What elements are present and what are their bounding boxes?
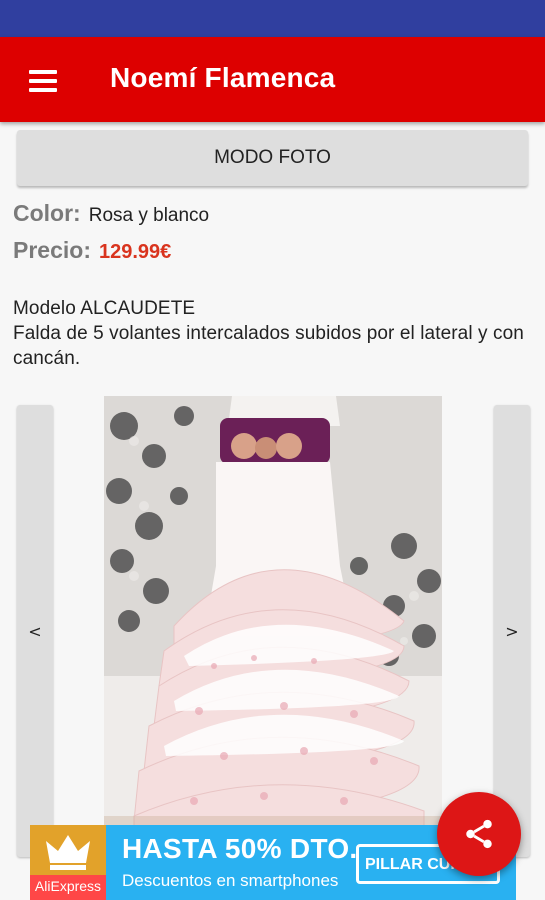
- product-description: Modelo ALCAUDETE Falda de 5 volantes int…: [13, 296, 538, 371]
- previous-image-button[interactable]: <: [17, 405, 53, 857]
- ad-subline: Descuentos en smartphones: [122, 871, 339, 890]
- price-label: Precio:: [13, 237, 91, 263]
- menu-icon-bar: [29, 79, 57, 83]
- status-bar: [0, 0, 545, 37]
- app-bar: Noemí Flamenca: [0, 37, 545, 122]
- flamenco-skirt-illustration: [104, 396, 442, 836]
- description-text: Falda de 5 volantes intercalados subidos…: [13, 323, 524, 369]
- model-name: Modelo ALCAUDETE: [13, 298, 196, 319]
- aliexpress-logo: AliExpress: [30, 825, 106, 900]
- ad-brand: AliExpress: [34, 878, 102, 894]
- color-value: Rosa y blanco: [88, 205, 210, 226]
- price-value: 129.99€: [98, 241, 172, 263]
- color-label: Color:: [13, 200, 81, 226]
- next-image-button[interactable]: >: [494, 405, 530, 857]
- menu-icon-bar: [29, 88, 57, 92]
- color-row: Color: Rosa y blanco: [13, 200, 209, 227]
- menu-icon[interactable]: [24, 68, 62, 94]
- app-title: Noemí Flamenca: [110, 62, 336, 93]
- crown-icon: [46, 835, 90, 870]
- share-icon: [466, 819, 492, 849]
- share-button[interactable]: [437, 792, 521, 876]
- product-photo[interactable]: [104, 396, 442, 836]
- crown-background: [30, 825, 106, 875]
- ad-headline: HASTA 50% DTO.: [122, 833, 358, 864]
- price-row: Precio: 129.99€: [13, 237, 171, 264]
- photo-mode-button[interactable]: MODO FOTO: [17, 130, 528, 186]
- menu-icon-bar: [29, 70, 57, 74]
